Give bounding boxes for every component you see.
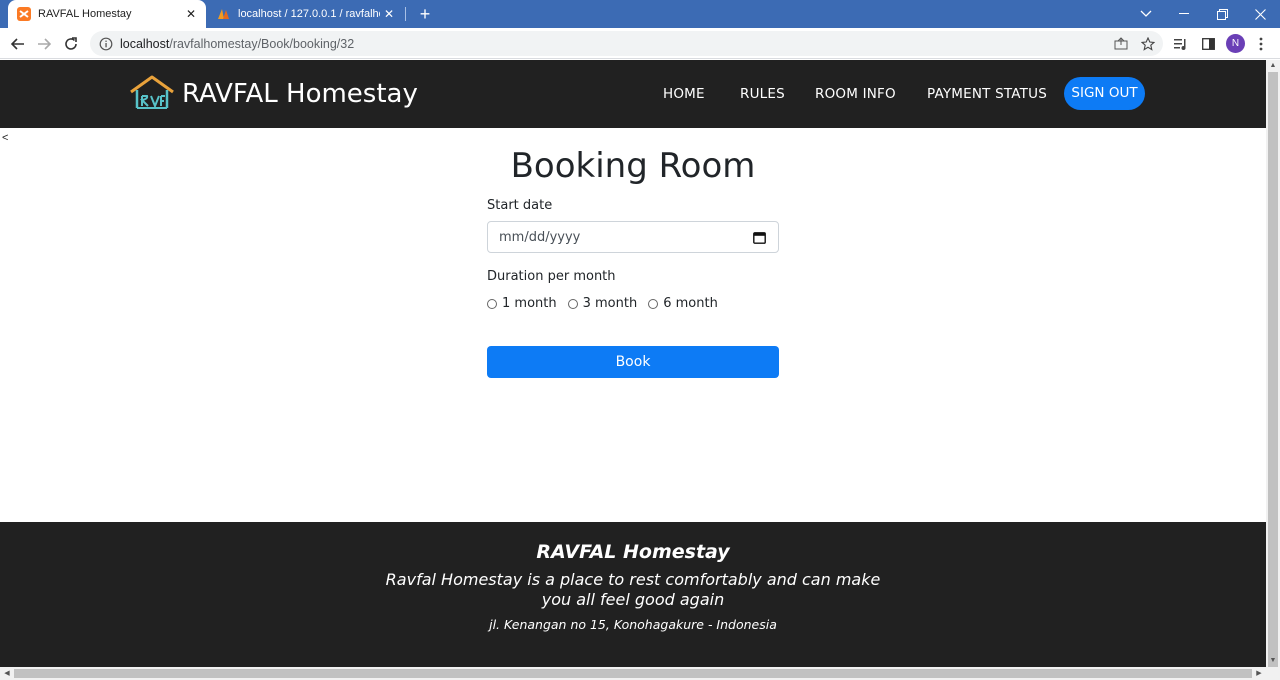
bookmark-star-icon[interactable] (1137, 31, 1159, 56)
vertical-scrollbar[interactable]: ▲ ▼ (1266, 60, 1280, 676)
radio-option-6-month[interactable]: 6 month (648, 296, 718, 311)
site-info-icon[interactable] (99, 37, 113, 51)
nav-link-home[interactable]: HOME (663, 86, 705, 102)
phpmyadmin-favicon-icon (217, 7, 231, 21)
book-button[interactable]: Book (487, 346, 779, 378)
side-panel-icon[interactable] (1197, 31, 1219, 56)
sign-out-button[interactable]: SIGN OUT (1064, 77, 1145, 110)
scroll-up-icon[interactable]: ▲ (1266, 60, 1280, 72)
xampp-favicon-icon (17, 7, 31, 21)
back-arrow-icon[interactable] (7, 33, 29, 55)
radio-option-3-month[interactable]: 3 month (567, 296, 638, 311)
window-close-icon[interactable] (1241, 0, 1279, 28)
new-tab-icon[interactable]: + (415, 4, 435, 24)
start-date-label: Start date (487, 198, 553, 213)
duration-radio-group: 1 month 3 month 6 month (487, 296, 729, 311)
tab-title: localhost / 127.0.0.1 / ravfalhome (238, 8, 380, 20)
footer-description: Ravfal Homestay is a place to rest comfo… (385, 570, 881, 609)
horizontal-scrollbar[interactable]: ◀ ▶ (0, 667, 1280, 680)
start-date-input[interactable]: mm/dd/yyyy (487, 221, 779, 253)
scroll-left-icon[interactable]: ◀ (0, 667, 14, 680)
date-placeholder: mm/dd/yyyy (499, 230, 581, 245)
footer-title: RAVFAL Homestay (536, 541, 730, 563)
reload-icon[interactable] (60, 33, 82, 55)
radio-option-1-month[interactable]: 1 month (487, 296, 557, 311)
restore-icon[interactable] (1203, 0, 1241, 28)
radio-label: 1 month (502, 296, 557, 311)
footer-address: jl. Kenangan no 15, Konohagakure - Indon… (489, 617, 777, 632)
scroll-right-icon[interactable]: ▶ (1252, 667, 1266, 680)
close-icon[interactable]: ✕ (380, 7, 398, 21)
nav-link-payment-status[interactable]: PAYMENT STATUS (927, 86, 1047, 102)
minimize-icon[interactable] (1165, 0, 1203, 28)
profile-avatar[interactable]: N (1226, 34, 1245, 53)
radio-label: 6 month (663, 296, 718, 311)
brand-link[interactable]: RAVFAL Homestay (128, 74, 418, 114)
url-path: /ravfalhomestay/Book/booking/32 (169, 36, 355, 51)
radio-button[interactable] (487, 298, 497, 309)
site-footer: RAVFAL Homestay Ravfal Homestay is a pla… (0, 522, 1266, 667)
tab-ravfal-homestay[interactable]: RAVFAL Homestay ✕ (8, 0, 206, 28)
media-queue-icon[interactable] (1170, 31, 1192, 56)
url-text: localhost/ravfalhomestay/Book/booking/32 (120, 37, 354, 51)
radio-button[interactable] (567, 298, 578, 309)
duration-label: Duration per month (487, 269, 616, 284)
tab-title: RAVFAL Homestay (38, 8, 132, 20)
share-icon[interactable] (1110, 31, 1132, 56)
site-navbar: RAVFAL Homestay HOME RULES ROOM INFO PAY… (0, 60, 1266, 128)
close-icon[interactable]: ✕ (182, 7, 200, 21)
page-viewport: RAVFAL Homestay HOME RULES ROOM INFO PAY… (0, 60, 1266, 667)
nav-link-rules[interactable]: RULES (740, 86, 785, 102)
brand-name: RAVFAL Homestay (182, 79, 418, 109)
nav-link-room-info[interactable]: ROOM INFO (815, 86, 896, 102)
page-title: Booking Room (510, 146, 756, 186)
tab-search-chevron-icon[interactable] (1127, 0, 1165, 28)
browser-tab-strip: RAVFAL Homestay ✕ localhost / 127.0.0.1 … (0, 0, 1280, 28)
tab-phpmyadmin[interactable]: localhost / 127.0.0.1 / ravfalhome ✕ (208, 0, 404, 28)
radio-button[interactable] (648, 298, 659, 309)
scrollbar-thumb[interactable] (14, 669, 1252, 678)
address-bar[interactable]: localhost/ravfalhomestay/Book/booking/32 (90, 31, 1163, 56)
kebab-menu-icon[interactable] (1250, 31, 1272, 56)
homestay-logo-icon (128, 74, 176, 114)
stray-text: < (2, 132, 9, 144)
radio-label: 3 month (582, 296, 638, 311)
scrollbar-thumb[interactable] (1268, 72, 1278, 676)
url-host: localhost (120, 36, 170, 51)
scroll-down-icon[interactable]: ▼ (1266, 655, 1280, 667)
calendar-icon[interactable] (753, 231, 766, 244)
forward-arrow-icon[interactable] (33, 33, 55, 55)
tab-divider (405, 7, 406, 21)
browser-toolbar: localhost/ravfalhomestay/Book/booking/32 (0, 28, 1280, 59)
